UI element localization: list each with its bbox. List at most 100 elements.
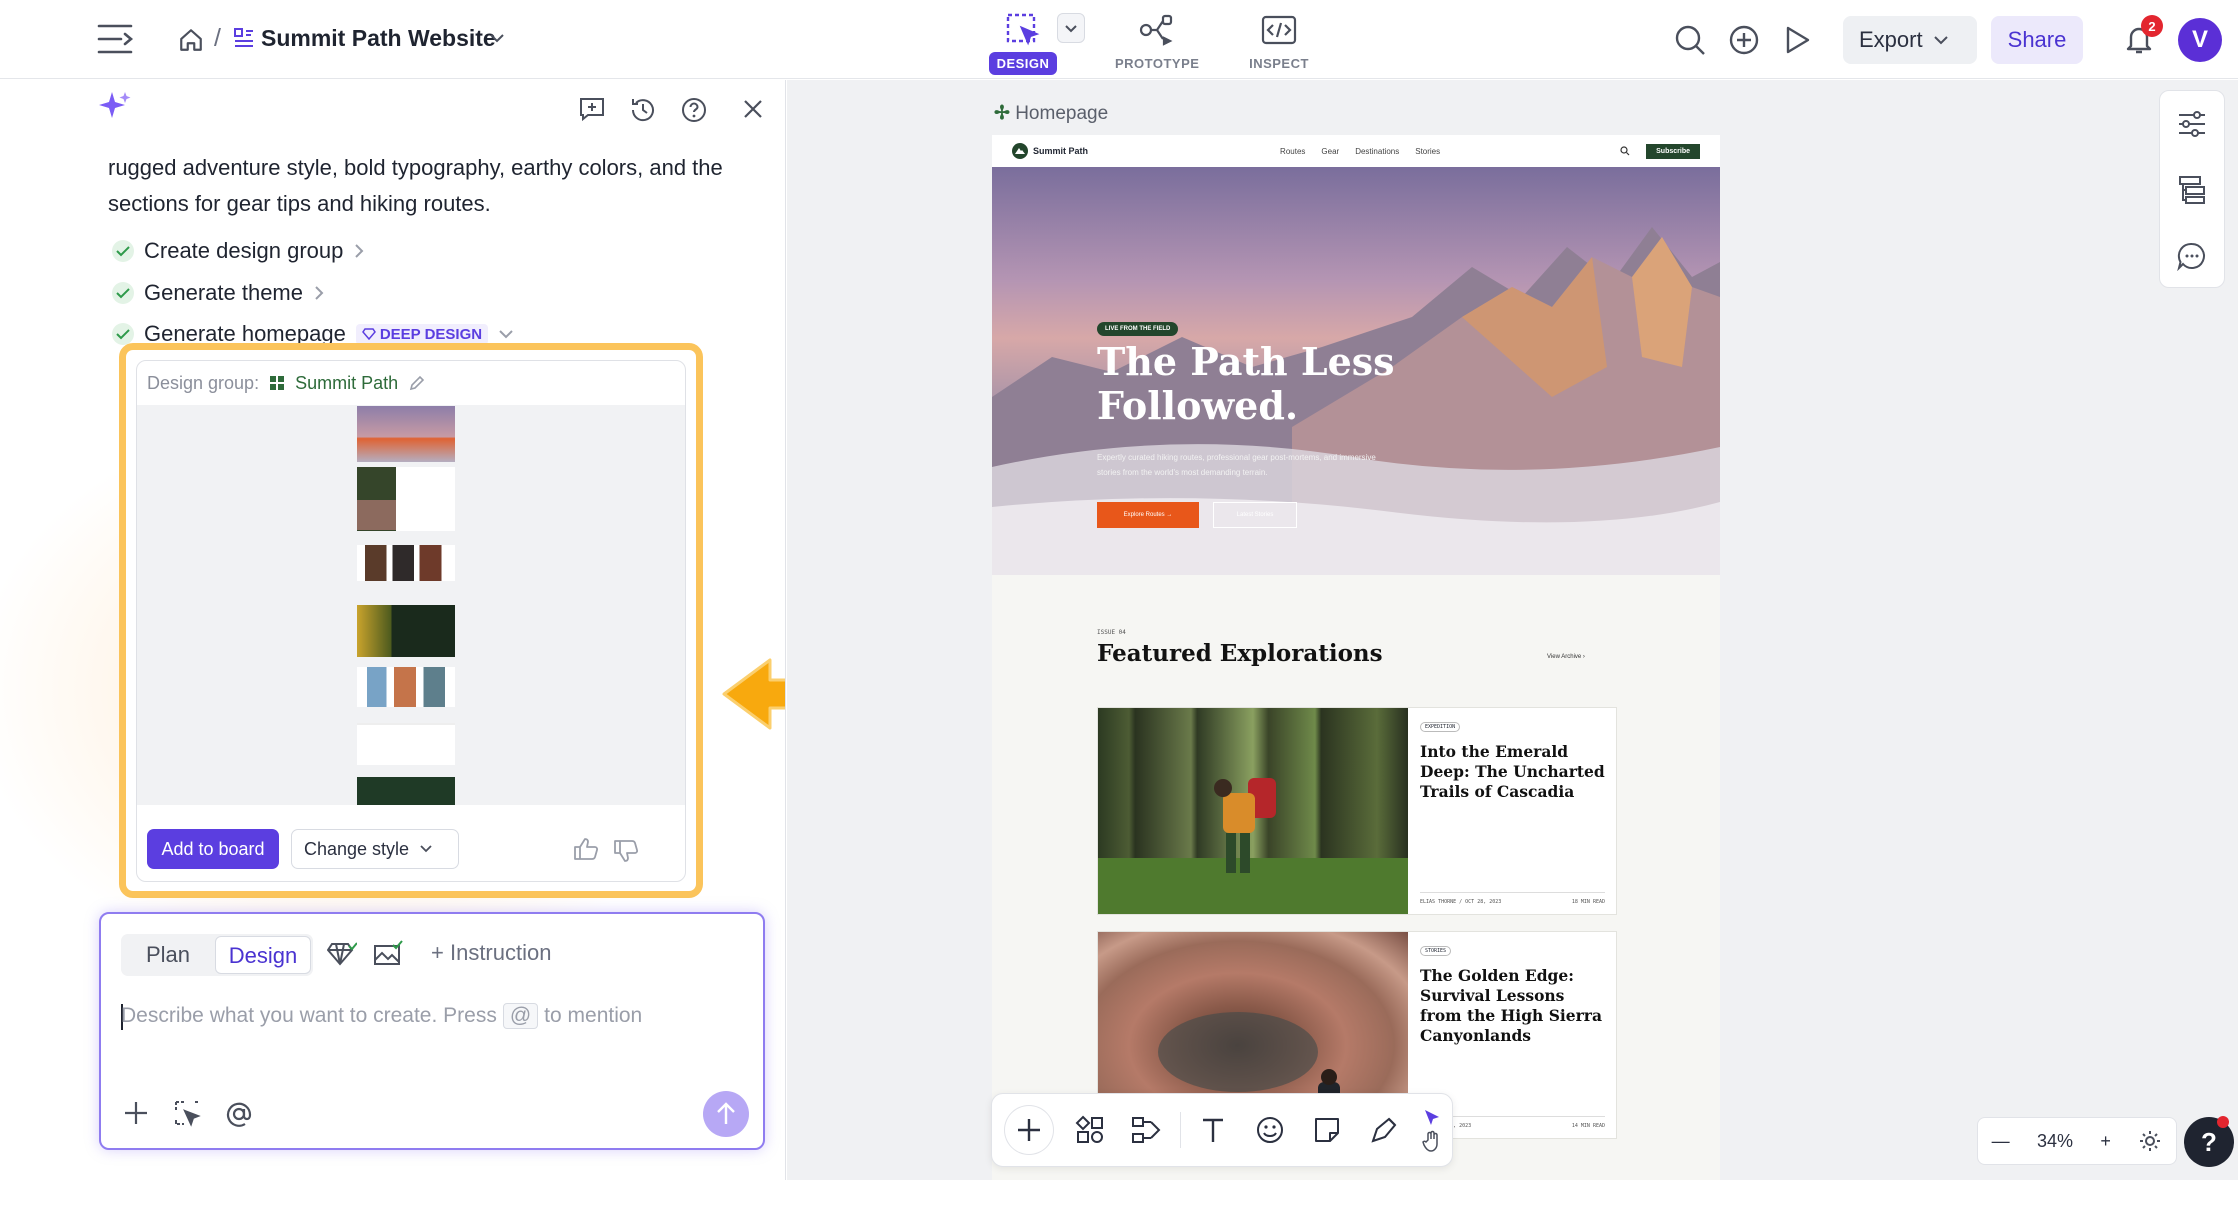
thumbnail-gear: [357, 545, 455, 581]
step-create-design-group[interactable]: Create design group: [112, 238, 365, 264]
new-chat-icon[interactable]: [578, 96, 606, 122]
thumbnail-featured-2: [357, 500, 455, 530]
article-tag: STORIES: [1420, 946, 1452, 956]
design-group-card: Design group: Summit Path Add to board C…: [136, 360, 686, 882]
diamond-icon: [361, 328, 376, 340]
comment-icon[interactable]: [2160, 223, 2224, 289]
avatar[interactable]: V: [2178, 18, 2222, 62]
grid-icon: [270, 376, 285, 390]
share-button[interactable]: Share: [1991, 16, 2083, 64]
tab-inspect-label: INSPECT: [1249, 56, 1309, 71]
pointer-mode-group: [1412, 1105, 1452, 1155]
sticky-note-icon[interactable]: [1298, 1105, 1355, 1155]
mention-key: @: [502, 1003, 539, 1029]
zoom-level[interactable]: 34%: [2037, 1131, 2073, 1152]
site-nav-stories: Stories: [1415, 146, 1441, 156]
design-preview[interactable]: [137, 405, 685, 805]
card-header: Design group: Summit Path: [137, 361, 685, 405]
hiker-illustration: [1098, 778, 1408, 914]
zoom-in-button[interactable]: +: [2100, 1131, 2111, 1152]
check-icon: [112, 240, 134, 262]
mode-dropdown[interactable]: [1057, 13, 1085, 43]
chevron-down-icon[interactable]: [489, 32, 505, 44]
deep-design-toggle-icon[interactable]: [327, 940, 357, 968]
tab-prototype-label: PROTOTYPE: [1115, 56, 1200, 71]
prompt-input[interactable]: Describe what you want to create. Press @…: [121, 1003, 642, 1029]
thumbnail-hero: [357, 406, 455, 462]
prototype-icon: [1107, 8, 1207, 52]
site-nav: Summit Path Routes Gear Destinations Sto…: [992, 135, 1720, 167]
view-archive-link: View Archive ›: [1547, 654, 1585, 660]
site-nav-routes: Routes: [1280, 146, 1306, 156]
tab-design-composer[interactable]: Design: [215, 936, 311, 974]
export-label: Export: [1859, 27, 1923, 52]
edit-icon[interactable]: [408, 374, 426, 392]
zoom-control: — 34% +: [1977, 1117, 2177, 1165]
send-button[interactable]: [703, 1091, 749, 1137]
right-tool-rail: [2159, 90, 2225, 288]
thumbnail-newsletter: [357, 723, 455, 765]
export-button[interactable]: Export: [1843, 16, 1977, 64]
settings-icon[interactable]: [2138, 1129, 2162, 1153]
site-brand-name: Summit Path: [1033, 146, 1089, 156]
image-check-icon[interactable]: [373, 940, 403, 968]
frame-label[interactable]: ✢ Homepage: [994, 102, 1108, 125]
bottom-toolbar: [991, 1093, 1453, 1167]
play-icon[interactable]: [1782, 24, 1812, 56]
code-icon: [1229, 8, 1329, 52]
article-image-forest: [1098, 708, 1408, 914]
sparkle-icon: [98, 90, 132, 124]
mention-icon[interactable]: [225, 1100, 253, 1128]
article-read-time: 14 MIN READ: [1571, 1123, 1605, 1129]
mode-toggle: Plan Design: [121, 934, 313, 976]
components-icon[interactable]: [1062, 1105, 1119, 1155]
mountain-logo-icon: [1012, 143, 1028, 159]
deep-design-label: DEEP DESIGN: [379, 325, 483, 343]
deep-design-badge: DEEP DESIGN: [355, 323, 489, 345]
adjustments-icon[interactable]: [2160, 91, 2224, 157]
sidebar-toggle-icon[interactable]: [97, 22, 135, 56]
layers-icon[interactable]: [2160, 157, 2224, 223]
search-icon[interactable]: [1674, 24, 1706, 56]
add-circle-icon[interactable]: [1728, 24, 1760, 56]
article-author-date: ELIAS THORNE / OCT 28, 2023: [1420, 899, 1502, 905]
history-icon[interactable]: [629, 96, 657, 124]
add-attachment-icon[interactable]: [123, 1100, 149, 1126]
hero-primary-button: Explore Routes →: [1097, 502, 1199, 528]
tab-inspect[interactable]: INSPECT: [1229, 8, 1329, 75]
step-generate-theme[interactable]: Generate theme: [112, 280, 325, 306]
thumbnail-routes: [357, 667, 455, 707]
chevron-down-icon[interactable]: [498, 328, 514, 340]
insert-plus-icon[interactable]: [1004, 1105, 1054, 1155]
zoom-out-button[interactable]: —: [1992, 1131, 2010, 1152]
thumbs-up-icon[interactable]: [573, 837, 599, 861]
site-nav-gear: Gear: [1321, 146, 1340, 156]
hero-tag: LIVE FROM THE FIELD: [1097, 322, 1179, 336]
tab-plan[interactable]: Plan: [121, 936, 215, 974]
design-canvas[interactable]: ✢ Homepage Summit Path Routes Gear Desti…: [787, 80, 2238, 1180]
homepage-frame[interactable]: Summit Path Routes Gear Destinations Sto…: [992, 135, 1720, 1180]
hand-icon[interactable]: [1422, 1130, 1442, 1152]
ai-message: rugged adventure style, bold typography,…: [108, 155, 723, 216]
pen-tool-icon[interactable]: [1355, 1105, 1412, 1155]
cursor-icon[interactable]: [1422, 1108, 1442, 1128]
flow-icon[interactable]: [1119, 1105, 1176, 1155]
add-to-board-button[interactable]: Add to board: [147, 829, 279, 869]
change-style-dropdown[interactable]: Change style: [291, 829, 459, 869]
emoji-icon[interactable]: [1242, 1105, 1299, 1155]
notification-badge: 2: [2141, 15, 2163, 37]
chevron-right-icon: [315, 286, 324, 300]
tab-prototype[interactable]: PROTOTYPE: [1107, 8, 1207, 75]
step-label: Create design group: [144, 238, 344, 263]
add-instruction-button[interactable]: + Instruction: [431, 940, 551, 966]
step-label: Generate theme: [144, 280, 303, 305]
thumbs-down-icon[interactable]: [613, 839, 639, 863]
change-style-label: Change style: [304, 838, 410, 859]
home-icon[interactable]: [178, 27, 204, 53]
help-icon[interactable]: [680, 96, 708, 124]
select-element-icon[interactable]: [173, 1099, 201, 1127]
design-group-name: Summit Path: [295, 372, 399, 393]
close-icon[interactable]: [741, 97, 765, 121]
project-title[interactable]: Summit Path Website: [261, 25, 496, 52]
text-tool-icon[interactable]: [1185, 1105, 1242, 1155]
